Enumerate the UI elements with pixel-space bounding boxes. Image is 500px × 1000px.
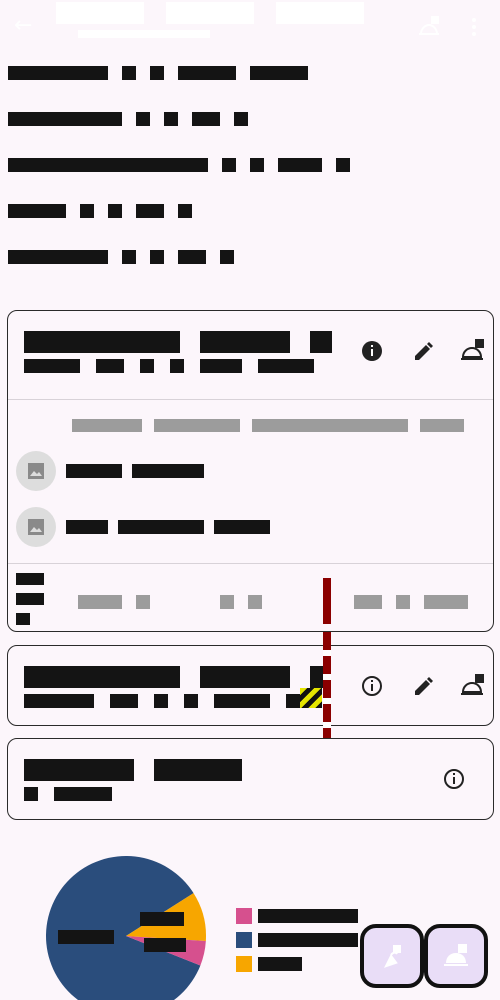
card-footer bbox=[16, 573, 486, 629]
add-food-icon bbox=[384, 945, 401, 968]
arrow-back-icon[interactable]: ← bbox=[14, 14, 38, 38]
summary-row bbox=[8, 204, 488, 250]
room-service-icon[interactable] bbox=[458, 337, 486, 365]
room-service-icon bbox=[444, 944, 468, 966]
info-outline-icon[interactable] bbox=[358, 672, 386, 700]
image-placeholder-icon bbox=[16, 451, 56, 491]
pie-label bbox=[58, 930, 114, 944]
collapsed-card[interactable] bbox=[7, 645, 494, 726]
legend-swatch bbox=[236, 956, 252, 972]
summary-row bbox=[8, 158, 488, 204]
room-service-icon[interactable] bbox=[458, 672, 486, 700]
summary-row bbox=[8, 66, 488, 112]
legend-item bbox=[236, 928, 358, 952]
warning-stripe bbox=[300, 688, 322, 708]
card-divider bbox=[8, 563, 493, 564]
legend-item bbox=[236, 952, 358, 976]
list-item[interactable] bbox=[16, 451, 486, 491]
expanded-card[interactable] bbox=[7, 310, 494, 632]
app-bar-subtitle bbox=[78, 30, 210, 38]
info-filled-icon[interactable] bbox=[358, 337, 386, 365]
card-title bbox=[24, 759, 242, 781]
card-subtitle bbox=[24, 787, 112, 801]
legend-swatch bbox=[236, 908, 252, 924]
app-bar: ← bbox=[0, 0, 500, 52]
add-food-fab[interactable] bbox=[360, 924, 424, 988]
hide-source-icon[interactable] bbox=[416, 14, 442, 40]
pie-chart bbox=[46, 856, 206, 1000]
card-subtitle bbox=[24, 694, 314, 708]
card-title bbox=[24, 666, 324, 688]
image-placeholder-icon bbox=[16, 507, 56, 547]
info-outline-icon[interactable] bbox=[440, 765, 468, 793]
legend-item bbox=[236, 904, 358, 928]
card-header[interactable] bbox=[8, 311, 493, 399]
card-title bbox=[24, 331, 332, 353]
card-subtitle bbox=[24, 359, 314, 373]
summary-row bbox=[8, 250, 488, 296]
collapsed-card[interactable] bbox=[7, 738, 494, 820]
edit-icon[interactable] bbox=[410, 337, 438, 365]
list-item[interactable] bbox=[16, 507, 486, 547]
edit-icon[interactable] bbox=[410, 672, 438, 700]
app-bar-title-2 bbox=[166, 2, 254, 24]
summary-list bbox=[8, 66, 488, 296]
marker-line bbox=[323, 632, 331, 738]
room-service-fab[interactable] bbox=[424, 924, 488, 988]
marker-line bbox=[323, 578, 331, 624]
more-vert-icon[interactable] bbox=[468, 14, 480, 40]
pie-label bbox=[144, 938, 186, 952]
legend-swatch bbox=[236, 932, 252, 948]
app-bar-title-3 bbox=[276, 2, 364, 24]
pie-label bbox=[140, 912, 184, 926]
summary-row bbox=[8, 112, 488, 158]
table-header bbox=[72, 419, 464, 432]
chart-legend bbox=[236, 904, 358, 976]
app-bar-title bbox=[56, 2, 144, 24]
card-divider bbox=[8, 399, 493, 400]
